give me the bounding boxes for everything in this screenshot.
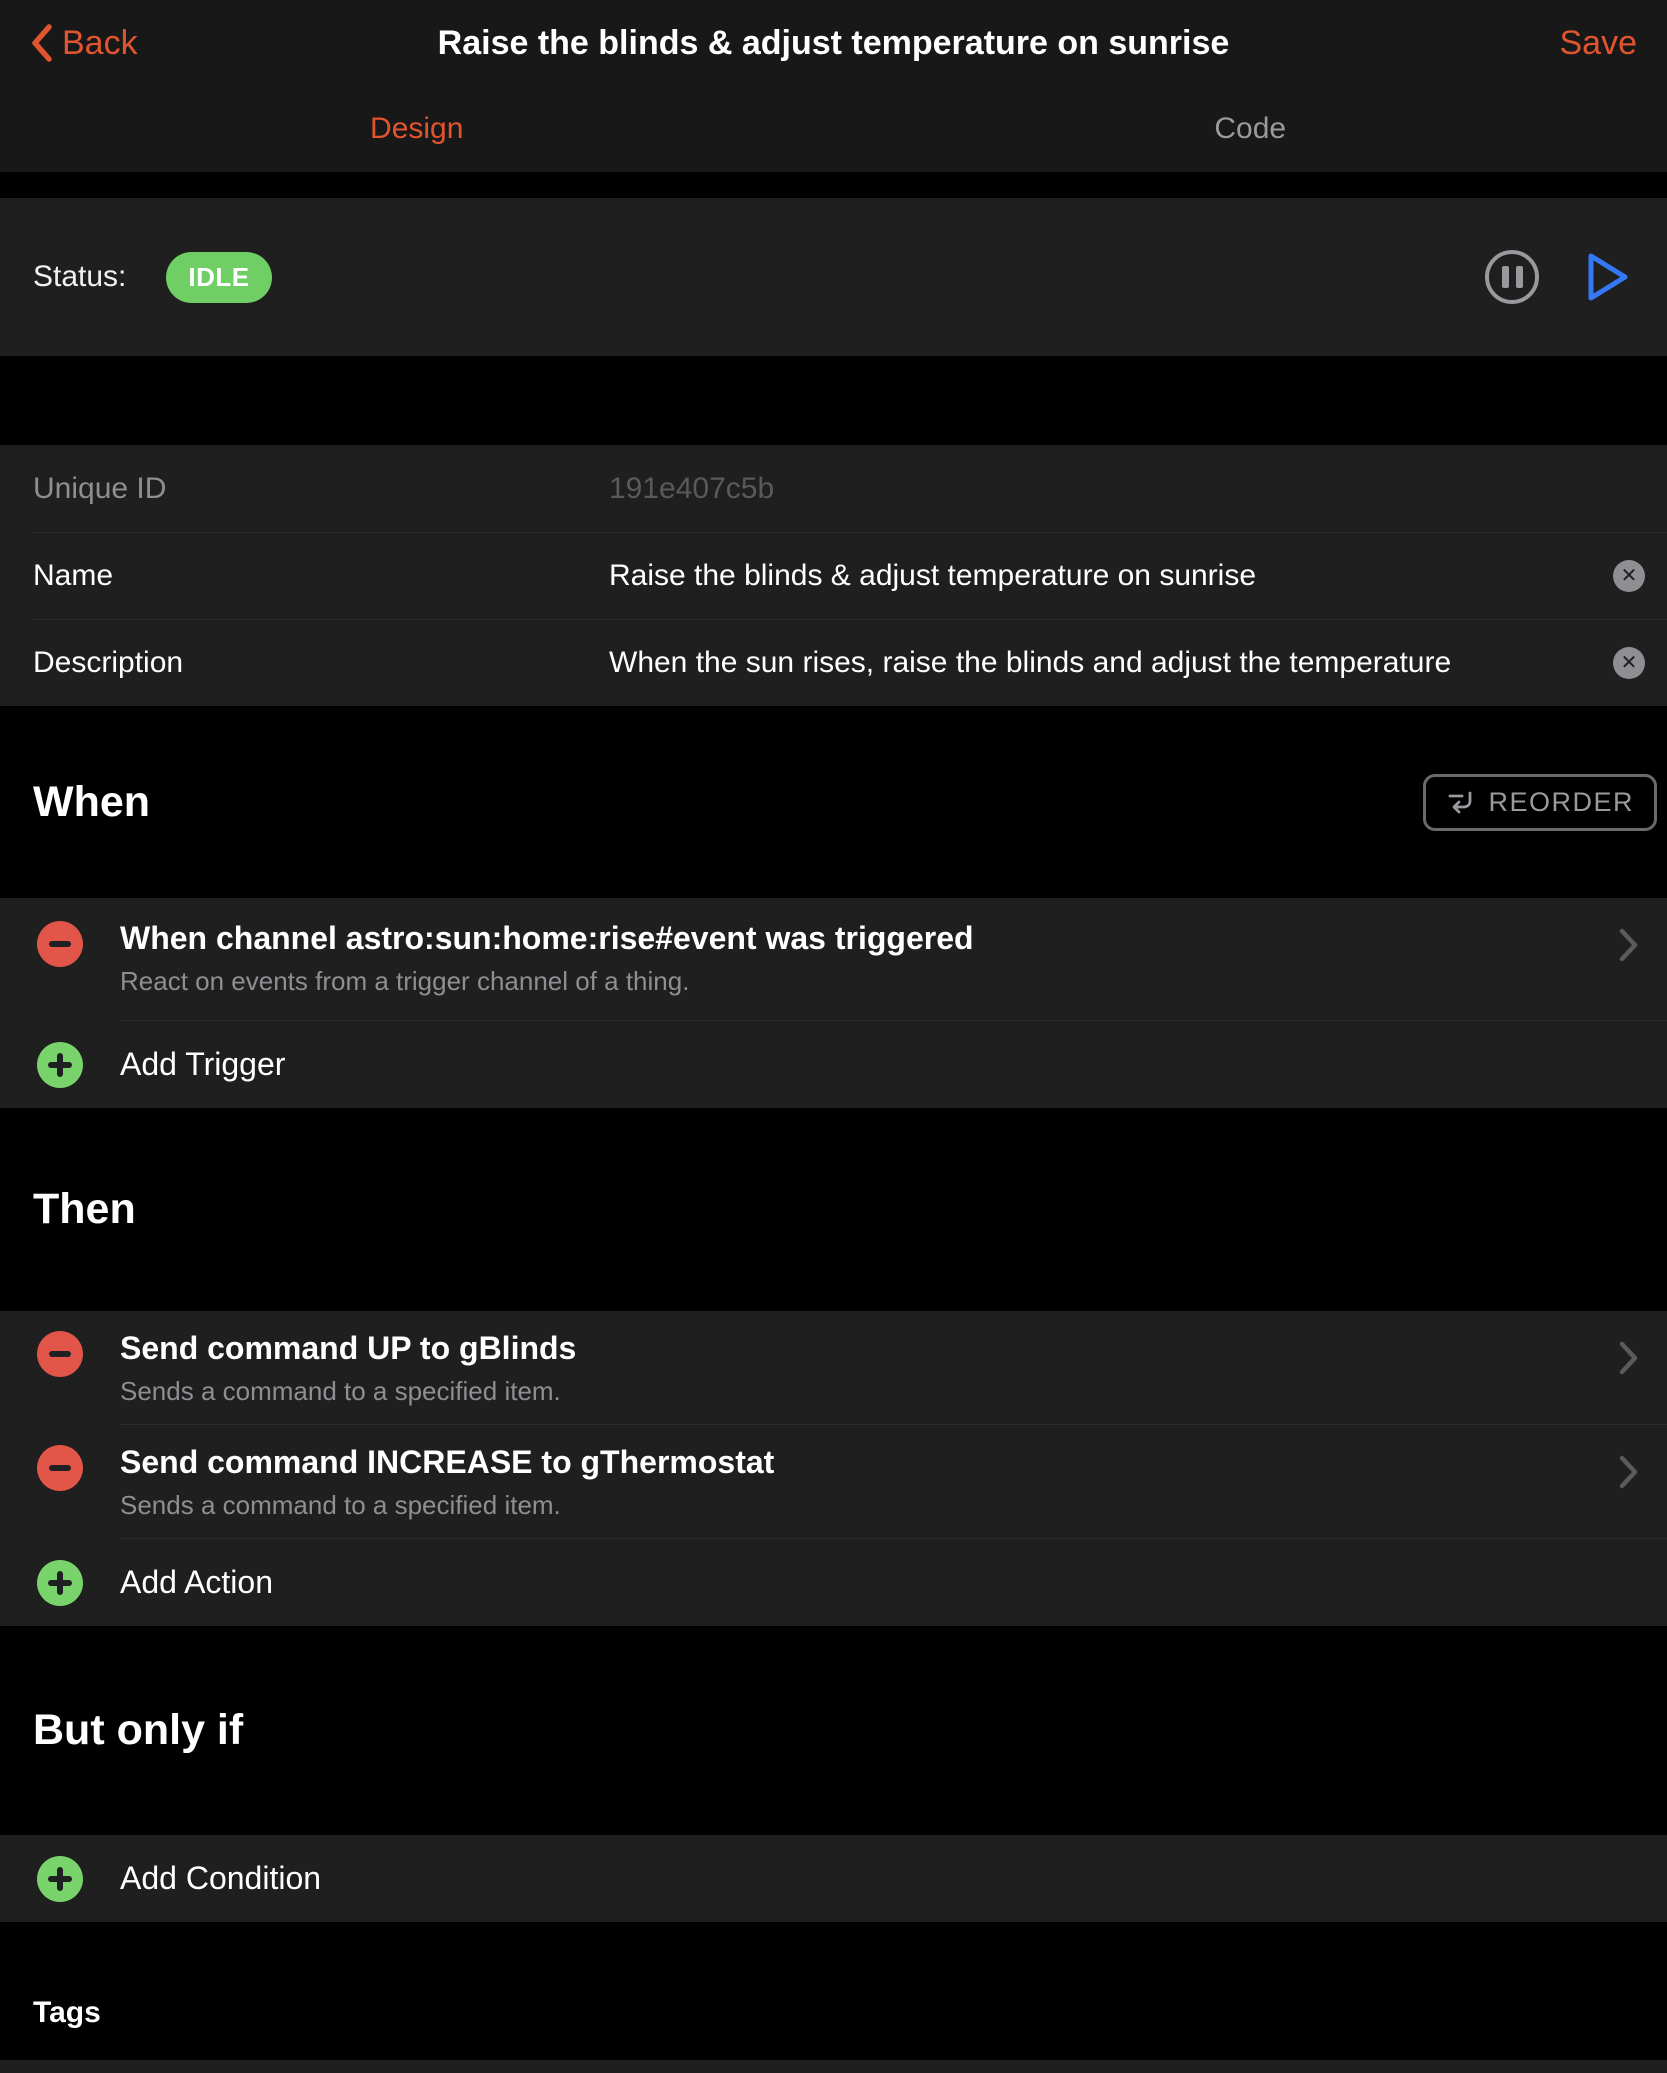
clear-name-icon[interactable]: ✕ bbox=[1613, 560, 1645, 592]
plus-icon bbox=[37, 1560, 83, 1606]
clear-description-icon[interactable]: ✕ bbox=[1613, 647, 1645, 679]
add-condition-label: Add Condition bbox=[120, 1860, 321, 1897]
triggers-card: When channel astro:sun:home:rise#event w… bbox=[0, 898, 1667, 1108]
remove-trigger-icon[interactable] bbox=[37, 921, 83, 967]
reorder-icon bbox=[1446, 788, 1476, 816]
add-trigger-button[interactable]: Add Trigger bbox=[0, 1021, 1667, 1108]
next-card-edge bbox=[0, 2060, 1667, 2073]
status-badge: IDLE bbox=[166, 252, 271, 303]
plus-icon bbox=[37, 1042, 83, 1088]
page-title: Raise the blinds & adjust temperature on… bbox=[0, 24, 1667, 63]
trigger-subtitle: React on events from a trigger channel o… bbox=[120, 965, 974, 997]
trigger-title: When channel astro:sun:home:rise#event w… bbox=[120, 918, 974, 958]
description-input[interactable]: When the sun rises, raise the blinds and… bbox=[609, 646, 1613, 680]
reorder-label: REORDER bbox=[1488, 787, 1634, 818]
navbar-top-row: Back Raise the blinds & adjust temperatu… bbox=[0, 0, 1667, 86]
tab-design[interactable]: Design bbox=[0, 86, 834, 172]
status-label: Status: bbox=[33, 260, 126, 294]
save-button[interactable]: Save bbox=[1560, 24, 1638, 63]
spacer bbox=[0, 356, 1667, 445]
reorder-button[interactable]: REORDER bbox=[1423, 774, 1657, 831]
remove-action-icon[interactable] bbox=[37, 1445, 83, 1491]
unique-id-row: Unique ID 191e407c5b bbox=[0, 445, 1667, 532]
name-label: Name bbox=[33, 559, 609, 593]
unique-id-label: Unique ID bbox=[33, 472, 609, 506]
chevron-left-icon bbox=[30, 24, 54, 62]
unique-id-value: 191e407c5b bbox=[609, 472, 1645, 506]
conditions-card: Add Condition bbox=[0, 1835, 1667, 1922]
add-action-label: Add Action bbox=[120, 1564, 273, 1601]
plus-icon bbox=[37, 1856, 83, 1902]
add-action-button[interactable]: Add Action bbox=[0, 1539, 1667, 1626]
back-label: Back bbox=[62, 24, 138, 63]
chevron-right-icon bbox=[1619, 1455, 1639, 1489]
action-subtitle: Sends a command to a specified item. bbox=[120, 1489, 774, 1521]
action-subtitle: Sends a command to a specified item. bbox=[120, 1375, 576, 1407]
status-controls bbox=[1485, 250, 1631, 304]
trigger-text: When channel astro:sun:home:rise#event w… bbox=[120, 918, 974, 997]
description-row: Description When the sun rises, raise th… bbox=[0, 619, 1667, 706]
pause-button[interactable] bbox=[1485, 250, 1539, 304]
chevron-right-icon bbox=[1619, 1341, 1639, 1375]
back-button[interactable]: Back bbox=[30, 24, 138, 63]
trigger-item[interactable]: When channel astro:sun:home:rise#event w… bbox=[0, 898, 1667, 1021]
then-title: Then bbox=[33, 1185, 136, 1234]
condition-section-header: But only if bbox=[0, 1626, 1667, 1835]
action-title: Send command INCREASE to gThermostat bbox=[120, 1442, 774, 1482]
chevron-right-icon bbox=[1619, 928, 1639, 962]
play-button[interactable] bbox=[1585, 251, 1631, 303]
then-section-header: Then bbox=[0, 1108, 1667, 1311]
rule-details-card: Unique ID 191e407c5b Name Raise the blin… bbox=[0, 445, 1667, 706]
add-trigger-label: Add Trigger bbox=[120, 1046, 285, 1083]
action-item[interactable]: Send command INCREASE to gThermostat Sen… bbox=[0, 1425, 1667, 1539]
add-condition-button[interactable]: Add Condition bbox=[0, 1835, 1667, 1922]
status-row: Status: IDLE bbox=[0, 198, 1667, 356]
name-row: Name Raise the blinds & adjust temperatu… bbox=[0, 532, 1667, 619]
action-text: Send command UP to gBlinds Sends a comma… bbox=[120, 1328, 576, 1407]
when-section-header: When REORDER bbox=[0, 706, 1667, 898]
tab-bar: Design Code bbox=[0, 86, 1667, 172]
navbar: Back Raise the blinds & adjust temperatu… bbox=[0, 0, 1667, 172]
action-title: Send command UP to gBlinds bbox=[120, 1328, 576, 1368]
spacer bbox=[0, 172, 1667, 198]
name-input[interactable]: Raise the blinds & adjust temperature on… bbox=[609, 559, 1613, 593]
action-item[interactable]: Send command UP to gBlinds Sends a comma… bbox=[0, 1311, 1667, 1425]
but-only-if-title: But only if bbox=[33, 1706, 243, 1755]
actions-card: Send command UP to gBlinds Sends a comma… bbox=[0, 1311, 1667, 1626]
remove-action-icon[interactable] bbox=[37, 1331, 83, 1377]
description-label: Description bbox=[33, 646, 609, 680]
when-title: When bbox=[33, 778, 150, 827]
action-text: Send command INCREASE to gThermostat Sen… bbox=[120, 1442, 774, 1521]
tags-section-header: Tags bbox=[0, 1922, 1667, 2060]
tab-code[interactable]: Code bbox=[834, 86, 1667, 172]
tags-title: Tags bbox=[33, 1996, 101, 2030]
